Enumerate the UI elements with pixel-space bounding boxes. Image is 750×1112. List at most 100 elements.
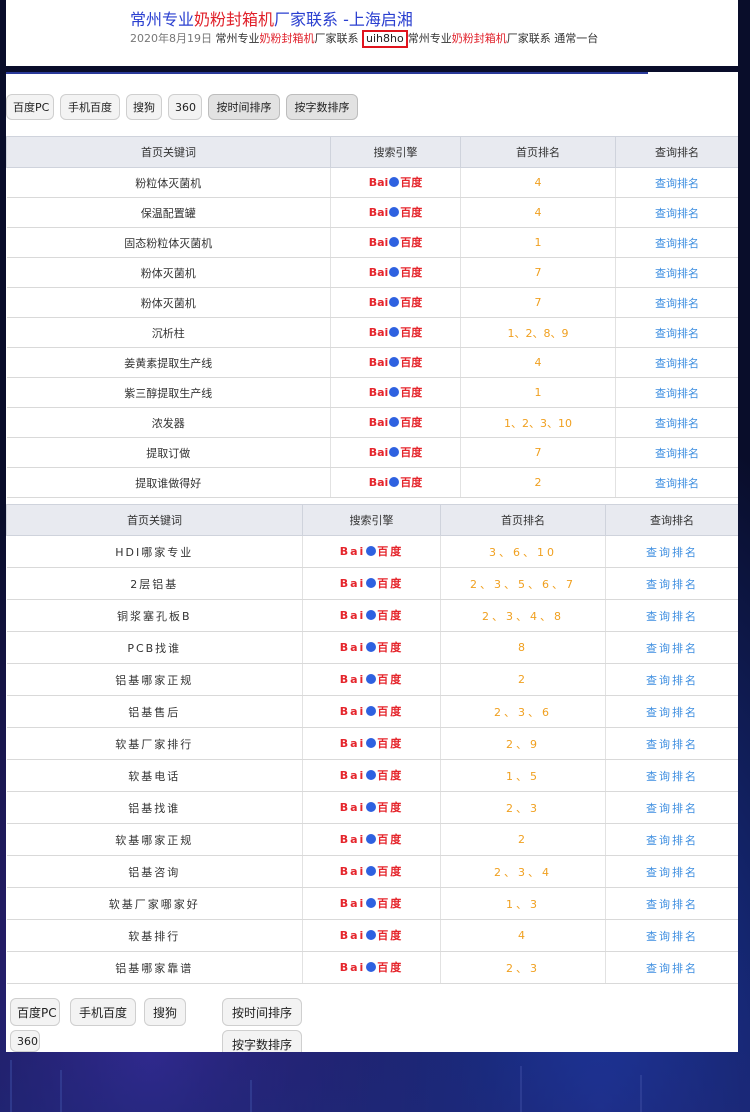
rank-cell: 2 — [440, 663, 606, 696]
search-result-title[interactable]: 常州专业奶粉封箱机厂家联系 -上海启湘 — [130, 6, 413, 30]
paw-icon — [389, 236, 400, 247]
filter-360-button[interactable]: 360 — [168, 94, 202, 120]
query-cell: 查询排名 — [605, 759, 738, 792]
baidu-logo-text: Bai — [339, 640, 366, 654]
query-rank-link[interactable]: 查询排名 — [655, 207, 699, 220]
engine-cell: Bai 百度 — [330, 347, 461, 378]
paw-icon — [389, 266, 400, 277]
sort-by-words-button[interactable]: 按字数排序 — [286, 94, 358, 120]
table-row: 铝基哪家正规 Bai 百度 2 查询排名 — [6, 663, 738, 696]
rank-cell: 7 — [460, 257, 616, 288]
table-row: 固态粉粒体灭菌机 Bai 百度 1 查询排名 — [6, 227, 738, 258]
query-rank-link[interactable]: 查询排名 — [655, 387, 699, 400]
baidu-logo-text: Bai — [368, 415, 389, 429]
baidu-logo-icon: Bai 百度 — [369, 206, 423, 220]
keyword-cell: 铜浆塞孔板B — [6, 599, 303, 632]
query-rank-link[interactable]: 查询排名 — [655, 297, 699, 310]
rank-cell: 7 — [460, 437, 616, 468]
filter-360-button-bottom[interactable]: 360 — [10, 1030, 40, 1052]
query-rank-link[interactable]: 查询排名 — [646, 962, 698, 975]
query-cell: 查询排名 — [615, 197, 738, 228]
sort-by-time-button[interactable]: 按时间排序 — [208, 94, 280, 120]
baidu-logo-icon: Bai 百度 — [369, 176, 423, 190]
engine-cell: Bai 百度 — [302, 599, 441, 632]
result-date: 2020年8月19日 — [130, 32, 212, 45]
keyword-cell: 紫三醇提取生产线 — [6, 377, 331, 408]
ranking-table-1: 首页关键词 搜索引擎 首页排名 查询排名 粉粒体灭菌机 Bai 百度 4 查询排名 保温配… — [6, 136, 738, 498]
keyword-cell: 保温配置罐 — [6, 197, 331, 228]
filter-sogou-button-bottom[interactable]: 搜狗 — [144, 998, 186, 1026]
query-cell: 查询排名 — [615, 347, 738, 378]
query-rank-link[interactable]: 查询排名 — [646, 898, 698, 911]
query-rank-link[interactable]: 查询排名 — [646, 930, 698, 943]
keyword-cell: 铝基找谁 — [6, 791, 303, 824]
query-rank-link[interactable]: 查询排名 — [655, 447, 699, 460]
baidu-logo-icon: Bai 百度 — [369, 266, 423, 280]
rank-cell: 1 — [460, 377, 616, 408]
query-rank-link[interactable]: 查询排名 — [646, 610, 698, 623]
query-cell: 查询排名 — [605, 951, 738, 984]
baidu-logo-text: Bai — [368, 295, 389, 309]
table-row: 铝基售后 Bai 百度 2、3、6 查询排名 — [6, 695, 738, 728]
query-cell: 查询排名 — [615, 467, 738, 498]
query-rank-link[interactable]: 查询排名 — [655, 477, 699, 490]
query-rank-link[interactable]: 查询排名 — [655, 417, 699, 430]
rank-cell: 2、3 — [440, 791, 606, 824]
query-rank-link[interactable]: 查询排名 — [655, 267, 699, 280]
filter-baidu-pc-button-bottom[interactable]: 百度PC — [10, 998, 60, 1026]
sort-by-time-button-bottom[interactable]: 按时间排序 — [222, 998, 302, 1026]
query-rank-link[interactable]: 查询排名 — [655, 357, 699, 370]
filter-mobile-baidu-button-bottom[interactable]: 手机百度 — [70, 998, 136, 1026]
table-row: 提取订做 Bai 百度 7 查询排名 — [6, 437, 738, 468]
query-rank-link[interactable]: 查询排名 — [646, 578, 698, 591]
paw-icon — [366, 641, 377, 652]
table-row: 软基厂家排行 Bai 百度 2、9 查询排名 — [6, 727, 738, 760]
ranking-table-2: 首页关键词 搜索引擎 首页排名 查询排名 HDI哪家专业 Bai 百度 3、6、10 查… — [6, 504, 738, 984]
baidu-logo-text: 百度 — [377, 544, 404, 558]
baidu-logo-icon: Bai 百度 — [340, 609, 404, 623]
search-result-meta: 2020年8月19日 常州专业奶粉封箱机厂家联系 uih8ho 常州专业奶粉封箱机… — [130, 30, 598, 48]
keyword-cell: 软基哪家正规 — [6, 823, 303, 856]
query-rank-link[interactable]: 查询排名 — [655, 237, 699, 250]
paw-icon — [366, 897, 377, 908]
query-rank-link[interactable]: 查询排名 — [646, 802, 698, 815]
sort-by-words-button-bottom[interactable]: 按字数排序 — [222, 1030, 302, 1052]
table-row: 2层铝基 Bai 百度 2、3、5、6、7 查询排名 — [6, 567, 738, 600]
query-rank-link[interactable]: 查询排名 — [646, 706, 698, 719]
paw-icon — [389, 446, 400, 457]
paw-icon — [366, 769, 377, 780]
filter-sogou-button[interactable]: 搜狗 — [126, 94, 162, 120]
keyword-cell: 铝基售后 — [6, 695, 303, 728]
baidu-logo-text: 百度 — [400, 175, 423, 189]
query-rank-link[interactable]: 查询排名 — [655, 177, 699, 190]
query-rank-link[interactable]: 查询排名 — [646, 770, 698, 783]
query-rank-link[interactable]: 查询排名 — [646, 834, 698, 847]
query-rank-link[interactable]: 查询排名 — [646, 866, 698, 879]
filter-baidu-pc-button[interactable]: 百度PC — [6, 94, 54, 120]
rank-cell: 1、2、8、9 — [460, 317, 616, 348]
engine-cell: Bai 百度 — [330, 227, 461, 258]
keyword-cell: 软基厂家哪家好 — [6, 887, 303, 920]
table-row: 浓发器 Bai 百度 1、2、3、10 查询排名 — [6, 407, 738, 438]
query-rank-link[interactable]: 查询排名 — [646, 546, 698, 559]
meta-text: 厂家联系 通常一台 — [506, 32, 599, 45]
paw-icon — [389, 176, 400, 187]
baidu-logo-text: 百度 — [377, 768, 404, 782]
table-row: 粉体灭菌机 Bai 百度 7 查询排名 — [6, 257, 738, 288]
baidu-logo-text: 百度 — [377, 896, 404, 910]
search-result-panel: 常州专业奶粉封箱机厂家联系 -上海启湘 2020年8月19日 常州专业奶粉封箱机… — [6, 0, 738, 66]
filter-mobile-baidu-button[interactable]: 手机百度 — [60, 94, 120, 120]
query-rank-link[interactable]: 查询排名 — [646, 738, 698, 751]
circuit-decoration — [60, 1070, 62, 1112]
code-box: uih8ho — [362, 30, 408, 48]
ranking-panel: 百度PC 手机百度 搜狗 360 按时间排序 按字数排序 首页关键词 搜索引擎 … — [6, 72, 738, 1052]
query-rank-link[interactable]: 查询排名 — [646, 642, 698, 655]
circuit-decoration — [10, 1060, 12, 1112]
baidu-logo-text: 百度 — [400, 385, 423, 399]
rank-cell: 2、9 — [440, 727, 606, 760]
keyword-cell: 2层铝基 — [6, 567, 303, 600]
query-cell: 查询排名 — [615, 437, 738, 468]
query-rank-link[interactable]: 查询排名 — [655, 327, 699, 340]
query-rank-link[interactable]: 查询排名 — [646, 674, 698, 687]
baidu-logo-icon: Bai 百度 — [340, 577, 404, 591]
